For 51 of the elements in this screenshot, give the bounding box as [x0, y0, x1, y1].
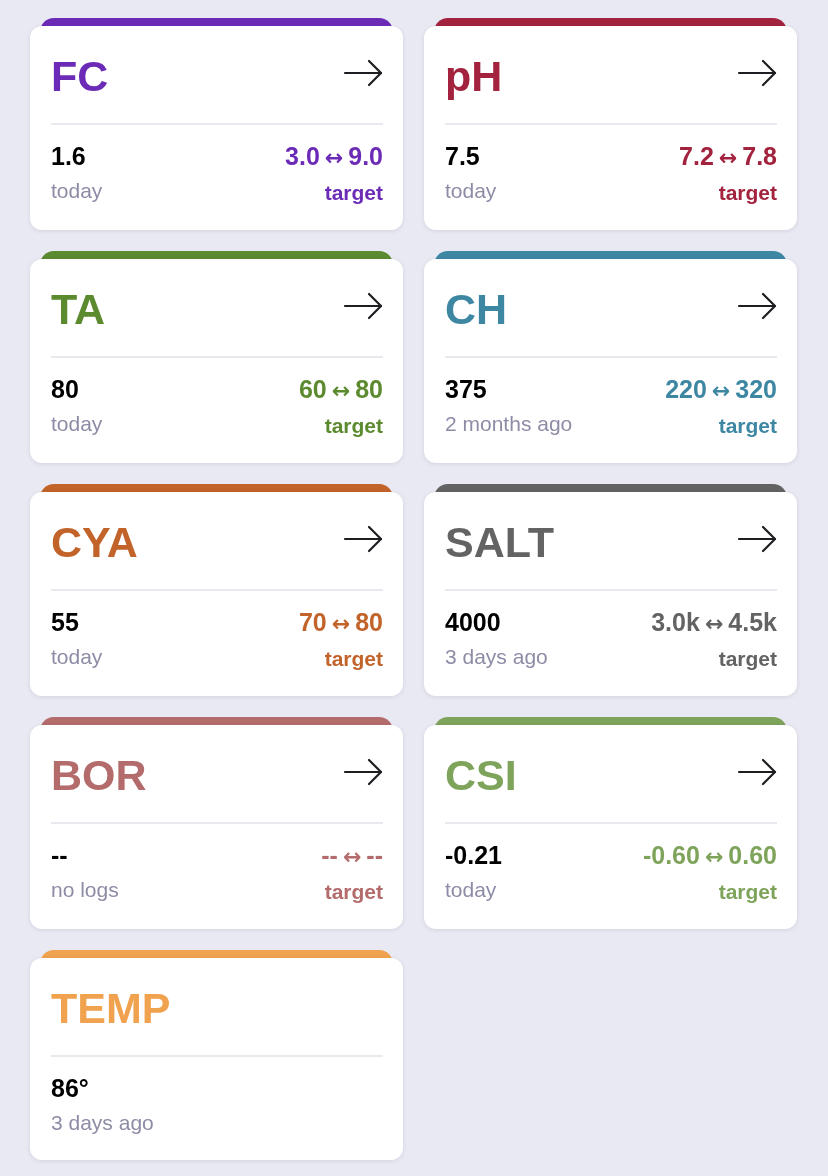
reading-time: no logs [51, 877, 119, 903]
target-range: 3.0k ↔ 4.5k [651, 607, 777, 638]
target-label: target [324, 413, 383, 439]
target-range: 60 ↔ 80 [298, 374, 383, 405]
parameter-title: BOR [51, 750, 147, 801]
reading-value: 7.5 [445, 141, 480, 171]
arrow-right-icon[interactable] [343, 758, 383, 786]
target-label: target [718, 646, 777, 672]
parameter-title: TEMP [51, 983, 171, 1034]
arrow-right-icon[interactable] [343, 59, 383, 87]
reading-time: today [445, 877, 497, 903]
reading-value: 86° [51, 1073, 89, 1103]
parameter-title: CYA [51, 517, 138, 568]
arrow-right-icon[interactable] [737, 292, 777, 320]
reading-value: 55 [51, 607, 79, 637]
reading-value: 375 [445, 374, 487, 404]
arrow-right-icon[interactable] [343, 525, 383, 553]
target-range: -0.60 ↔ 0.60 [642, 840, 777, 871]
parameter-title: pH [445, 51, 503, 102]
parameter-title: SALT [445, 517, 555, 568]
target-range: 70 ↔ 80 [298, 607, 383, 638]
parameter-title: FC [51, 51, 109, 102]
target-label: target [324, 879, 383, 905]
reading-time: 3 days ago [445, 644, 548, 670]
parameter-title: CSI [445, 750, 517, 801]
reading-time: today [51, 644, 103, 670]
arrow-right-icon[interactable] [737, 758, 777, 786]
reading-time: today [445, 178, 497, 204]
arrow-right-icon[interactable] [737, 59, 777, 87]
target-label: target [718, 413, 777, 439]
target-label: target [718, 180, 777, 206]
parameter-title: CH [445, 284, 508, 335]
target-label: target [324, 180, 383, 206]
reading-time: today [51, 178, 103, 204]
reading-value: -- [51, 840, 68, 870]
target-range: 7.2 ↔ 7.8 [679, 141, 777, 172]
reading-time: 3 days ago [51, 1110, 154, 1136]
parameter-title: TA [51, 284, 106, 335]
reading-value: 1.6 [51, 141, 86, 171]
arrow-right-icon[interactable] [343, 292, 383, 320]
target-label: target [718, 879, 777, 905]
reading-value: 80 [51, 374, 79, 404]
target-range: 220 ↔ 320 [665, 374, 777, 405]
reading-time: today [51, 411, 103, 437]
target-label: target [324, 646, 383, 672]
reading-value: -0.21 [445, 840, 502, 870]
target-range: -- ↔ -- [321, 840, 383, 871]
reading-value: 4000 [445, 607, 501, 637]
arrow-right-icon[interactable] [737, 525, 777, 553]
reading-time: 2 months ago [445, 411, 573, 437]
target-range: 3.0 ↔ 9.0 [285, 141, 383, 172]
